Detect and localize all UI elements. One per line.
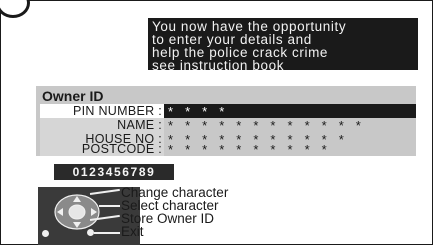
dpad-icon [54,194,100,230]
postcode-row[interactable]: POSTCODE : * * * * * * * * * * [40,143,416,156]
name-label: NAME : [40,118,164,132]
character-selector[interactable]: 0123456789 [54,164,174,180]
info-message-box: You now have the opportunity to enter yo… [148,18,418,73]
exit-button-icon [42,230,49,237]
name-row[interactable]: NAME : * * * * * * * * * * * * [40,118,416,132]
exit-button-icon [87,229,94,236]
pin-number-label: PIN NUMBER : [40,104,164,118]
leader-line [99,205,120,207]
help-exit: Exit [121,224,144,239]
owner-id-panel: Owner ID PIN NUMBER : * * * * NAME : * *… [36,86,416,156]
postcode-label: POSTCODE : [40,143,164,156]
name-field[interactable]: * * * * * * * * * * * * [164,118,416,132]
message-line: see instruction book [152,58,285,73]
leader-line [94,232,120,234]
panel-title: Owner ID [42,88,104,104]
pin-number-field[interactable]: * * * * [164,104,416,118]
postcode-field[interactable]: * * * * * * * * * * [164,143,416,156]
pin-number-row[interactable]: PIN NUMBER : * * * * [40,104,416,118]
